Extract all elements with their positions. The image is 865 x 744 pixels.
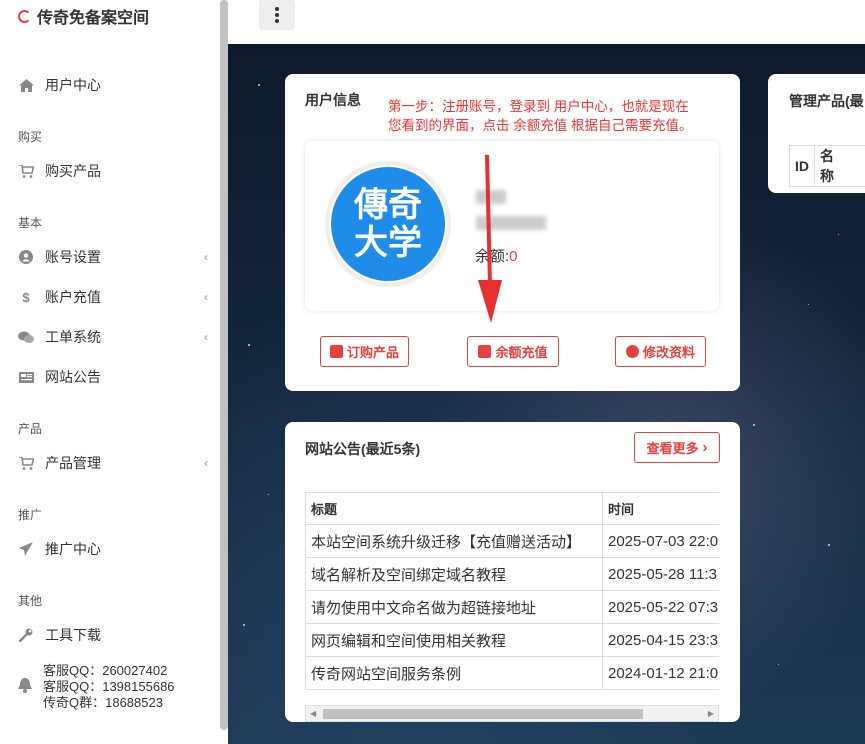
notice-time-cell: 2025-05-28 11:3 — [602, 557, 719, 591]
user-circle-icon — [625, 345, 639, 358]
brand-ring-icon — [18, 9, 31, 23]
sidebar-item-recharge[interactable]: $ 账户充值 ‹ — [18, 287, 218, 307]
view-more-button[interactable]: 查看更多 › — [634, 432, 720, 463]
contact-info: 客服QQ：260027402 客服QQ：1398155686 传奇Q群：1868… — [18, 663, 175, 711]
notice-title-cell[interactable]: 网页编辑和空间使用相关教程 — [305, 623, 603, 657]
contact-group: 传奇Q群：18688523 — [43, 695, 163, 710]
notice-title-cell[interactable]: 域名解析及空间绑定域名教程 — [305, 557, 603, 591]
paper-plane-icon — [18, 541, 34, 557]
notice-title-cell[interactable]: 传奇网站空间服务条例 — [305, 656, 603, 690]
sidebar-item-product-manage[interactable]: 产品管理 ‹ — [18, 453, 218, 473]
table-row[interactable]: 传奇网站空间服务条例 2024-01-12 21:0 — [305, 656, 719, 690]
instruction-note: 第一步：注册账号，登录到 用户中心，也就是现在 您看到的界面，点击 余额充值 根… — [388, 97, 693, 135]
wrench-icon — [18, 627, 34, 643]
chevron-left-icon: ‹ — [204, 290, 208, 304]
notice-time-cell: 2025-04-15 23:3 — [602, 623, 719, 657]
balance-value: 0 — [509, 248, 518, 265]
avatar: 傳奇 大学 — [325, 161, 451, 287]
dollar-icon: $ — [22, 289, 30, 305]
sidebar-item-notice[interactable]: 网站公告 — [18, 367, 218, 387]
section-heading-buy: 购买 — [18, 130, 43, 144]
avatar-text-bottom: 大学 — [354, 223, 422, 263]
top-header — [228, 0, 865, 44]
sidebar-item-promo-center[interactable]: 推广中心 — [18, 539, 218, 559]
recharge-label: 余额充值 — [495, 345, 548, 360]
scrollbar-thumb[interactable] — [323, 709, 643, 719]
note-line-2: 您看到的界面，点击 余额充值 根据自己需要充值。 — [388, 118, 693, 133]
notice-time-cell: 2025-05-22 07:3 — [602, 590, 719, 624]
order-product-label: 订购产品 — [346, 345, 399, 360]
recharge-button[interactable]: 余额充值 — [467, 336, 559, 367]
cart-icon — [18, 455, 34, 471]
scroll-left-icon[interactable]: ◀ — [310, 709, 316, 718]
sidebar-item-label: 购买产品 — [45, 163, 101, 179]
table-row[interactable]: 域名解析及空间绑定域名教程 2025-05-28 11:3 — [305, 557, 719, 591]
menu-toggle-button[interactable] — [259, 0, 295, 30]
table-row[interactable]: 请勿使用中文命名做为超链接地址 2025-05-22 07:3 — [305, 590, 719, 624]
cart-icon — [18, 163, 34, 179]
sidebar-item-label: 推广中心 — [45, 541, 101, 557]
chevron-left-icon: ‹ — [204, 456, 208, 470]
sidebar-item-buy-product[interactable]: 购买产品 — [18, 161, 218, 181]
chevron-right-icon: › — [702, 439, 708, 456]
avatar-text-top: 傳奇 — [354, 185, 422, 225]
products-table: ID 名称 — [789, 145, 865, 187]
user-circle-icon — [18, 249, 34, 265]
section-heading-product: 产品 — [18, 422, 43, 436]
section-heading-basic: 基本 — [18, 216, 43, 230]
scroll-right-icon[interactable]: ▶ — [708, 709, 714, 718]
notice-title-cell[interactable]: 本站空间系统升级迁移【充值赠送活动】 — [305, 524, 603, 558]
sidebar-item-user-center[interactable]: 用户中心 — [18, 75, 218, 95]
notice-table-wrapper: 标题 时间 本站空间系统升级迁移【充值赠送活动】 2025-07-03 22:0… — [305, 492, 719, 690]
credit-card-icon — [478, 345, 492, 358]
sidebar-item-label: 账号设置 — [45, 249, 101, 265]
kebab-icon — [275, 6, 279, 24]
sidebar-item-label: 网站公告 — [45, 369, 101, 385]
brand-title: 传奇免备案空间 — [37, 10, 150, 27]
sidebar-item-tools[interactable]: 工具下载 — [18, 625, 218, 645]
comments-icon — [18, 329, 34, 345]
sidebar-item-account-settings[interactable]: 账号设置 ‹ — [18, 247, 218, 267]
notice-title-cell[interactable]: 请勿使用中文命名做为超链接地址 — [305, 590, 603, 624]
section-heading-promote: 推广 — [18, 508, 43, 522]
col-title-header: 标题 — [305, 492, 603, 525]
table-row[interactable]: 本站空间系统升级迁移【充值赠送活动】 2025-07-03 22:0 — [305, 524, 719, 558]
sidebar-item-label: 工单系统 — [45, 329, 101, 345]
shopping-bag-icon — [329, 345, 343, 358]
notice-title: 网站公告(最近5条) — [305, 441, 421, 457]
edit-profile-button[interactable]: 修改资料 — [615, 336, 706, 367]
col-id-header: ID — [789, 145, 815, 187]
contact-qq2: 客服QQ：1398155686 — [43, 679, 175, 694]
sidebar-item-label: 产品管理 — [45, 455, 101, 471]
sidebar-item-label: 工具下载 — [45, 627, 101, 643]
sidebar: 传奇免备案空间 用户中心 购买 购买产品 基本 账号设置 ‹ $ 账户充值 ‹ … — [0, 0, 222, 744]
newspaper-icon — [18, 369, 34, 385]
red-arrow-annotation — [478, 155, 502, 323]
col-time-header: 时间 — [602, 492, 719, 525]
note-line-1: 第一步：注册账号，登录到 用户中心，也就是现在 — [388, 99, 689, 114]
sidebar-item-label: 账户充值 — [45, 289, 101, 305]
brand-logo[interactable]: 传奇免备案空间 — [18, 4, 149, 28]
chevron-left-icon: ‹ — [204, 250, 208, 264]
table-horizontal-scrollbar[interactable]: ◀ ▶ — [305, 705, 719, 722]
col-name-header: 名称 — [814, 145, 865, 187]
sidebar-scrollbar[interactable] — [220, 0, 228, 730]
view-more-label: 查看更多 — [646, 441, 699, 456]
edit-profile-label: 修改资料 — [642, 345, 695, 360]
notice-table: 标题 时间 本站空间系统升级迁移【充值赠送活动】 2025-07-03 22:0… — [305, 492, 719, 690]
user-info-title: 用户信息 — [305, 92, 361, 108]
contact-qq1: 客服QQ：260027402 — [43, 663, 168, 678]
section-heading-other: 其他 — [18, 594, 43, 608]
home-icon — [18, 77, 34, 93]
notice-time-cell: 2025-07-03 22:0 — [602, 524, 719, 558]
table-row[interactable]: 网页编辑和空间使用相关教程 2025-04-15 23:3 — [305, 623, 719, 657]
order-product-button[interactable]: 订购产品 — [320, 336, 409, 367]
sidebar-item-label: 用户中心 — [45, 77, 101, 93]
bell-icon — [18, 678, 32, 696]
sidebar-item-ticket[interactable]: 工单系统 ‹ — [18, 327, 218, 347]
chevron-left-icon: ‹ — [204, 330, 208, 344]
notice-time-cell: 2024-01-12 21:0 — [602, 656, 719, 690]
products-title: 管理产品(最 — [789, 93, 864, 109]
avatar-image: 傳奇 大学 — [331, 167, 445, 281]
